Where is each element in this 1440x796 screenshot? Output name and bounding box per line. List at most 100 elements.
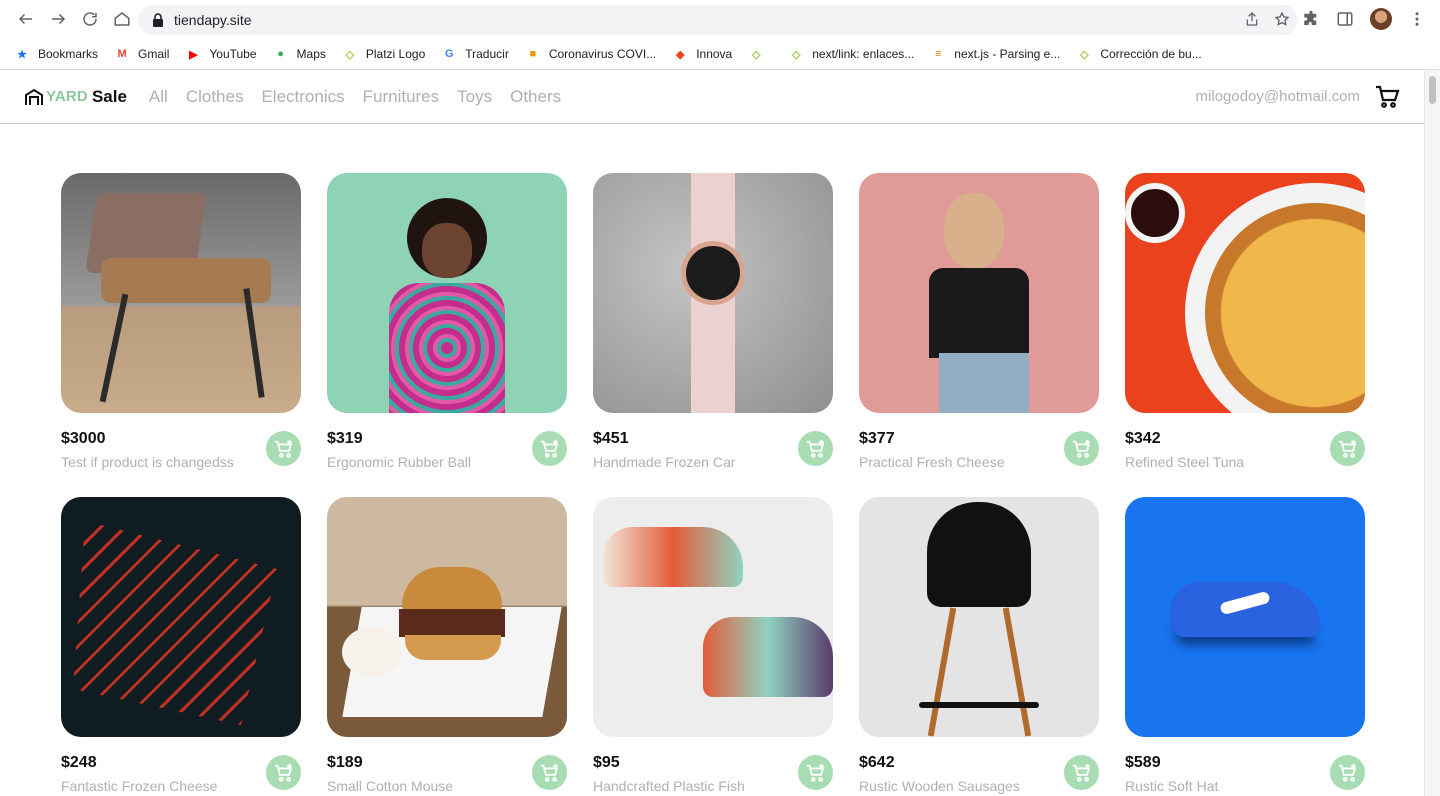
shopping-cart-icon[interactable] xyxy=(1374,84,1400,110)
add-to-cart-button[interactable] xyxy=(798,755,833,790)
add-to-cart-button[interactable] xyxy=(1330,431,1365,466)
product-price: $248 xyxy=(61,754,97,771)
bookmark-item[interactable]: ▶ YouTube xyxy=(185,46,256,62)
product-card[interactable]: $3000 Test if product is changedss xyxy=(61,173,301,497)
logo-yard-text: YARD xyxy=(46,88,88,105)
scrollbar-thumb[interactable] xyxy=(1429,76,1436,104)
reload-icon xyxy=(83,12,97,26)
bookmark-item[interactable]: G Traducir xyxy=(441,46,509,62)
sneakers-photo[interactable] xyxy=(593,497,833,737)
pizza-photo[interactable] xyxy=(1125,173,1365,413)
more-menu-icon[interactable] xyxy=(1408,10,1426,28)
add-to-cart-button[interactable] xyxy=(798,431,833,466)
add-to-cart-button[interactable] xyxy=(266,755,301,790)
bookmark-label: next/link: enlaces... xyxy=(812,47,915,61)
chair-photo[interactable] xyxy=(61,173,301,413)
bookmark-item[interactable]: ◇ next/link: enlaces... xyxy=(788,46,914,62)
forward-button[interactable] xyxy=(42,3,74,35)
product-card[interactable]: $589 Rustic Soft Hat xyxy=(1125,497,1365,796)
add-to-cart-icon xyxy=(1072,763,1090,782)
category-nav: All Clothes Electronics Furnitures Toys … xyxy=(149,87,561,107)
add-to-cart-button[interactable] xyxy=(266,431,301,466)
home-icon xyxy=(114,12,130,26)
nav-all[interactable]: All xyxy=(149,87,168,107)
nav-clothes[interactable]: Clothes xyxy=(186,87,244,107)
nav-furnitures[interactable]: Furnitures xyxy=(363,87,440,107)
add-to-cart-icon xyxy=(540,763,558,782)
lock-icon xyxy=(153,13,163,27)
nav-electronics[interactable]: Electronics xyxy=(261,87,344,107)
add-to-cart-icon xyxy=(1338,439,1356,458)
site-logo[interactable]: YARD Sale xyxy=(24,87,127,107)
product-card[interactable]: $248 Fantastic Frozen Cheese xyxy=(61,497,301,796)
bookmark-label: Maps xyxy=(296,47,326,61)
add-to-cart-button[interactable] xyxy=(1330,755,1365,790)
product-price: $589 xyxy=(1125,754,1161,771)
product-card[interactable]: $451 Handmade Frozen Car xyxy=(593,173,833,497)
watch-photo[interactable] xyxy=(593,173,833,413)
bookmark-item[interactable]: ● Maps xyxy=(273,46,326,62)
add-to-cart-button[interactable] xyxy=(1064,431,1099,466)
logo-sale-text: Sale xyxy=(91,86,127,106)
bookmark-label: Corrección de bu... xyxy=(1100,47,1202,61)
woman-dress-photo[interactable] xyxy=(327,173,567,413)
reload-button[interactable] xyxy=(74,3,106,35)
bookmark-label: Bookmarks xyxy=(38,47,99,61)
add-to-cart-icon xyxy=(1072,439,1090,458)
product-name: Refined Steel Tuna xyxy=(1125,454,1245,470)
maps-icon: ● xyxy=(277,48,284,60)
product-card[interactable]: $642 Rustic Wooden Sausages xyxy=(859,497,1099,796)
add-to-cart-icon xyxy=(1338,763,1356,782)
add-to-cart-button[interactable] xyxy=(532,755,567,790)
nav-others[interactable]: Others xyxy=(510,87,561,107)
product-name: Rustic Wooden Sausages xyxy=(859,778,1020,794)
arrow-right-icon xyxy=(52,13,66,25)
blue-shoe-photo[interactable] xyxy=(1125,497,1365,737)
product-card[interactable]: $319 Ergonomic Rubber Ball xyxy=(327,173,567,497)
product-price: $377 xyxy=(859,430,895,447)
red-chair-photo[interactable] xyxy=(61,497,301,737)
product-price: $642 xyxy=(859,754,895,771)
bookmark-star-icon[interactable] xyxy=(1274,11,1290,27)
user-email[interactable]: milogodoy@hotmail.com xyxy=(1196,88,1360,105)
home-button[interactable] xyxy=(106,3,138,35)
scrollbar[interactable] xyxy=(1424,70,1440,796)
product-grid: $3000 Test if product is changedss $319 … xyxy=(61,173,1365,796)
bookmark-item[interactable]: ◇ Platzi Logo xyxy=(342,46,426,62)
bookmark-item[interactable]: M Gmail xyxy=(114,46,169,62)
address-bar[interactable]: tiendapy.site xyxy=(138,5,1298,35)
product-price: $451 xyxy=(593,430,629,447)
burger-photo[interactable] xyxy=(327,497,567,737)
app-page: YARD Sale All Clothes Electronics Furnit… xyxy=(0,70,1440,796)
product-card[interactable]: $95 Handcrafted Plastic Fish xyxy=(593,497,833,796)
bookmark-item[interactable]: ★ Bookmarks xyxy=(14,46,98,62)
product-card[interactable]: $377 Practical Fresh Cheese xyxy=(859,173,1099,497)
add-to-cart-button[interactable] xyxy=(1064,755,1099,790)
product-price: $342 xyxy=(1125,430,1161,447)
extensions-puzzle-icon[interactable] xyxy=(1302,10,1320,28)
add-to-cart-button[interactable] xyxy=(532,431,567,466)
back-button[interactable] xyxy=(10,3,42,35)
stool-photo[interactable] xyxy=(859,497,1099,737)
platzi-icon: ◇ xyxy=(345,48,355,61)
bookmark-label: Traducir xyxy=(465,47,509,61)
bookmark-label: Coronavirus COVI... xyxy=(548,47,657,61)
bookmark-item[interactable]: ◆ Innova xyxy=(672,46,732,62)
product-name: Small Cotton Mouse xyxy=(327,778,454,794)
bookmark-item[interactable]: ◇ xyxy=(748,46,772,62)
platzi-icon: ◇ xyxy=(752,48,761,61)
product-card[interactable]: $189 Small Cotton Mouse xyxy=(327,497,567,796)
product-card[interactable]: $342 Refined Steel Tuna xyxy=(1125,173,1365,497)
nav-toys[interactable]: Toys xyxy=(457,87,492,107)
address-bar-actions xyxy=(1244,11,1290,27)
share-icon[interactable] xyxy=(1244,11,1260,27)
bookmark-item[interactable]: ■ Coronavirus COVI... xyxy=(525,46,657,62)
profile-avatar[interactable] xyxy=(1370,8,1392,30)
woman-tshirt-photo[interactable] xyxy=(859,173,1099,413)
bookmark-item[interactable]: ≡ next.js - Parsing e... xyxy=(930,46,1060,62)
bookmark-label: YouTube xyxy=(209,47,257,61)
side-panel-icon[interactable] xyxy=(1336,10,1354,28)
extension-area xyxy=(1302,8,1426,30)
bookmark-item[interactable]: ◇ Corrección de bu... xyxy=(1076,46,1202,62)
product-name: Handmade Frozen Car xyxy=(593,454,736,470)
